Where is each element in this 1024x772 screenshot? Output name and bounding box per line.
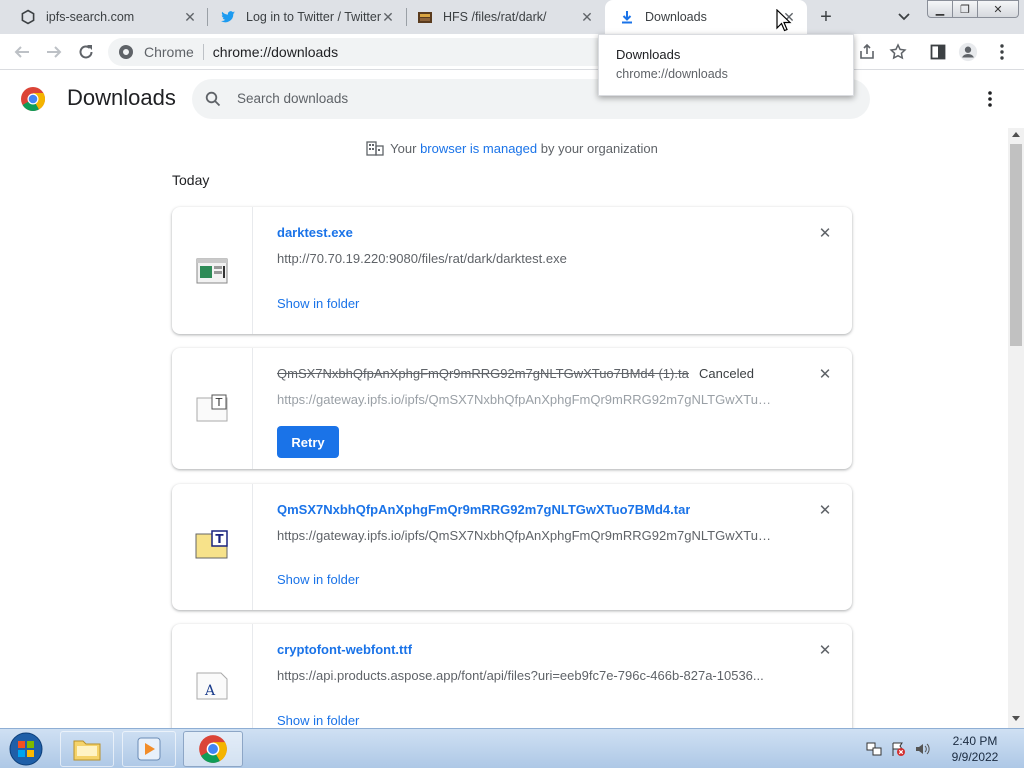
scroll-down-arrow-icon[interactable] — [1012, 716, 1020, 721]
more-actions-icon[interactable] — [984, 89, 996, 109]
download-arrow-icon — [622, 11, 632, 24]
chrome-taskbar-icon — [199, 735, 227, 763]
side-panel-icon[interactable] — [928, 42, 948, 62]
downloads-header: Downloads Search downloads — [0, 70, 1008, 128]
media-player-icon — [137, 737, 161, 761]
site-label: Chrome — [144, 44, 194, 60]
download-filename-link[interactable]: cryptofont-webfont.ttf — [277, 642, 412, 657]
tab-ipfs-search[interactable]: ipfs-search.com ✕ — [8, 0, 208, 34]
download-status: Canceled — [699, 366, 754, 381]
forward-arrow-icon[interactable] — [44, 42, 64, 62]
download-filename: QmSX7NxbhQfpAnXphgFmQr9mRRG92m7gNLTGwXTu… — [277, 366, 689, 381]
chrome-menu-icon[interactable] — [992, 42, 1012, 62]
network-icon[interactable] — [866, 741, 882, 757]
volume-icon[interactable] — [914, 741, 930, 757]
show-in-folder-link[interactable]: Show in folder — [277, 713, 359, 728]
tar-file-icon: T — [195, 530, 228, 559]
globe-outline-icon — [21, 9, 35, 25]
browser-toolbar: Chrome chrome://downloads — [0, 34, 1024, 70]
remove-download-icon[interactable]: ✕ — [817, 226, 833, 242]
show-in-folder-link[interactable]: Show in folder — [277, 572, 359, 587]
tab-hover-card: Downloads chrome://downloads — [598, 34, 854, 96]
managed-link[interactable]: browser is managed — [420, 141, 537, 156]
download-source-url[interactable]: https://api.products.aspose.app/font/api… — [277, 668, 777, 683]
hover-card-url: chrome://downloads — [616, 67, 728, 81]
svg-text:A: A — [204, 683, 216, 699]
tab-title: HFS /files/rat/dark/ — [443, 10, 547, 24]
close-tab-icon[interactable]: ✕ — [380, 9, 396, 25]
scrollbar-thumb[interactable] — [1010, 144, 1022, 346]
tab-hfs[interactable]: HFS /files/rat/dark/ ✕ — [407, 0, 605, 34]
reload-icon[interactable] — [76, 42, 96, 62]
share-icon[interactable] — [857, 42, 877, 62]
svg-text:T: T — [215, 396, 223, 409]
retry-button[interactable]: Retry — [277, 426, 339, 458]
close-tab-icon[interactable]: ✕ — [182, 9, 198, 25]
minimize-window-button[interactable]: ▁ — [927, 0, 953, 18]
system-clock[interactable]: 2:40 PM 9/9/2022 — [940, 733, 1010, 765]
action-center-flag-icon[interactable] — [890, 741, 906, 757]
new-tab-plus-icon[interactable]: + — [816, 7, 836, 27]
start-button[interactable] — [2, 729, 50, 769]
back-arrow-icon[interactable] — [12, 42, 32, 62]
windows-taskbar: 2:40 PM 9/9/2022 — [0, 728, 1024, 768]
search-placeholder: Search downloads — [237, 91, 349, 106]
managed-notice: Your browser is managed by your organiza… — [0, 140, 1024, 158]
building-icon — [366, 141, 384, 156]
managed-suffix: by your organization — [540, 141, 658, 156]
download-filename-link[interactable]: QmSX7NxbhQfpAnXphgFmQr9mRRG92m7gNLTGwXTu… — [277, 502, 690, 517]
taskbar-media-player[interactable] — [122, 731, 176, 767]
svg-text:T: T — [215, 532, 224, 546]
folder-icon — [73, 740, 101, 761]
tab-title: Log in to Twitter / Twitter — [246, 10, 382, 24]
remove-download-icon[interactable]: ✕ — [817, 643, 833, 659]
taskbar-explorer[interactable] — [60, 731, 114, 767]
page-title: Downloads — [67, 85, 176, 110]
download-item: T QmSX7NxbhQfpAnXphgFmQr9mRRG92m7gNLTGwX… — [172, 348, 852, 469]
tab-title: Downloads — [645, 10, 707, 24]
url-text: chrome://downloads — [212, 44, 339, 60]
clock-date: 9/9/2022 — [951, 750, 999, 764]
chrome-small-icon — [119, 45, 133, 59]
clock-time: 2:40 PM — [952, 734, 998, 748]
date-section-heading: Today — [172, 172, 210, 188]
tab-strip: ipfs-search.com ✕ Log in to Twitter / Tw… — [0, 0, 1024, 34]
chrome-logo-icon — [21, 87, 46, 112]
bookmark-star-icon[interactable] — [888, 42, 908, 62]
tab-search-chevron-icon[interactable] — [895, 9, 913, 25]
download-source-url[interactable]: https://gateway.ipfs.io/ipfs/QmSX7NxbhQf… — [277, 392, 777, 407]
download-source-url[interactable]: https://gateway.ipfs.io/ipfs/QmSX7NxbhQf… — [277, 528, 777, 543]
maximize-window-button[interactable]: ❐ — [952, 0, 978, 18]
font-file-icon: A — [196, 672, 228, 700]
mouse-cursor-icon — [776, 9, 792, 32]
windows-orb-icon — [9, 732, 43, 766]
download-source-url[interactable]: http://70.70.19.220:9080/files/rat/dark/… — [277, 251, 777, 266]
remove-download-icon[interactable]: ✕ — [817, 503, 833, 519]
taskbar-chrome[interactable] — [183, 731, 243, 767]
page-scrollbar[interactable] — [1008, 128, 1024, 728]
tab-title: ipfs-search.com — [46, 10, 135, 24]
scroll-up-arrow-icon[interactable] — [1012, 132, 1020, 137]
tar-file-icon: T — [196, 394, 228, 422]
remove-download-icon[interactable]: ✕ — [817, 367, 833, 383]
download-item: darktest.exe http://70.70.19.220:9080/fi… — [172, 207, 852, 334]
download-filename-link[interactable]: darktest.exe — [277, 225, 353, 240]
twitter-bird-icon — [221, 11, 235, 23]
hover-card-title: Downloads — [616, 47, 681, 62]
show-in-folder-link[interactable]: Show in folder — [277, 296, 359, 311]
exe-file-icon — [196, 258, 228, 284]
managed-prefix: Your — [390, 141, 417, 156]
hfs-icon — [418, 12, 432, 23]
search-icon — [205, 91, 221, 107]
download-item: T QmSX7NxbhQfpAnXphgFmQr9mRRG92m7gNLTGwX… — [172, 484, 852, 610]
profile-avatar-icon[interactable] — [958, 42, 978, 62]
close-window-button[interactable]: ✕ — [977, 0, 1019, 18]
tab-twitter[interactable]: Log in to Twitter / Twitter ✕ — [208, 0, 406, 34]
close-tab-icon[interactable]: ✕ — [579, 9, 595, 25]
